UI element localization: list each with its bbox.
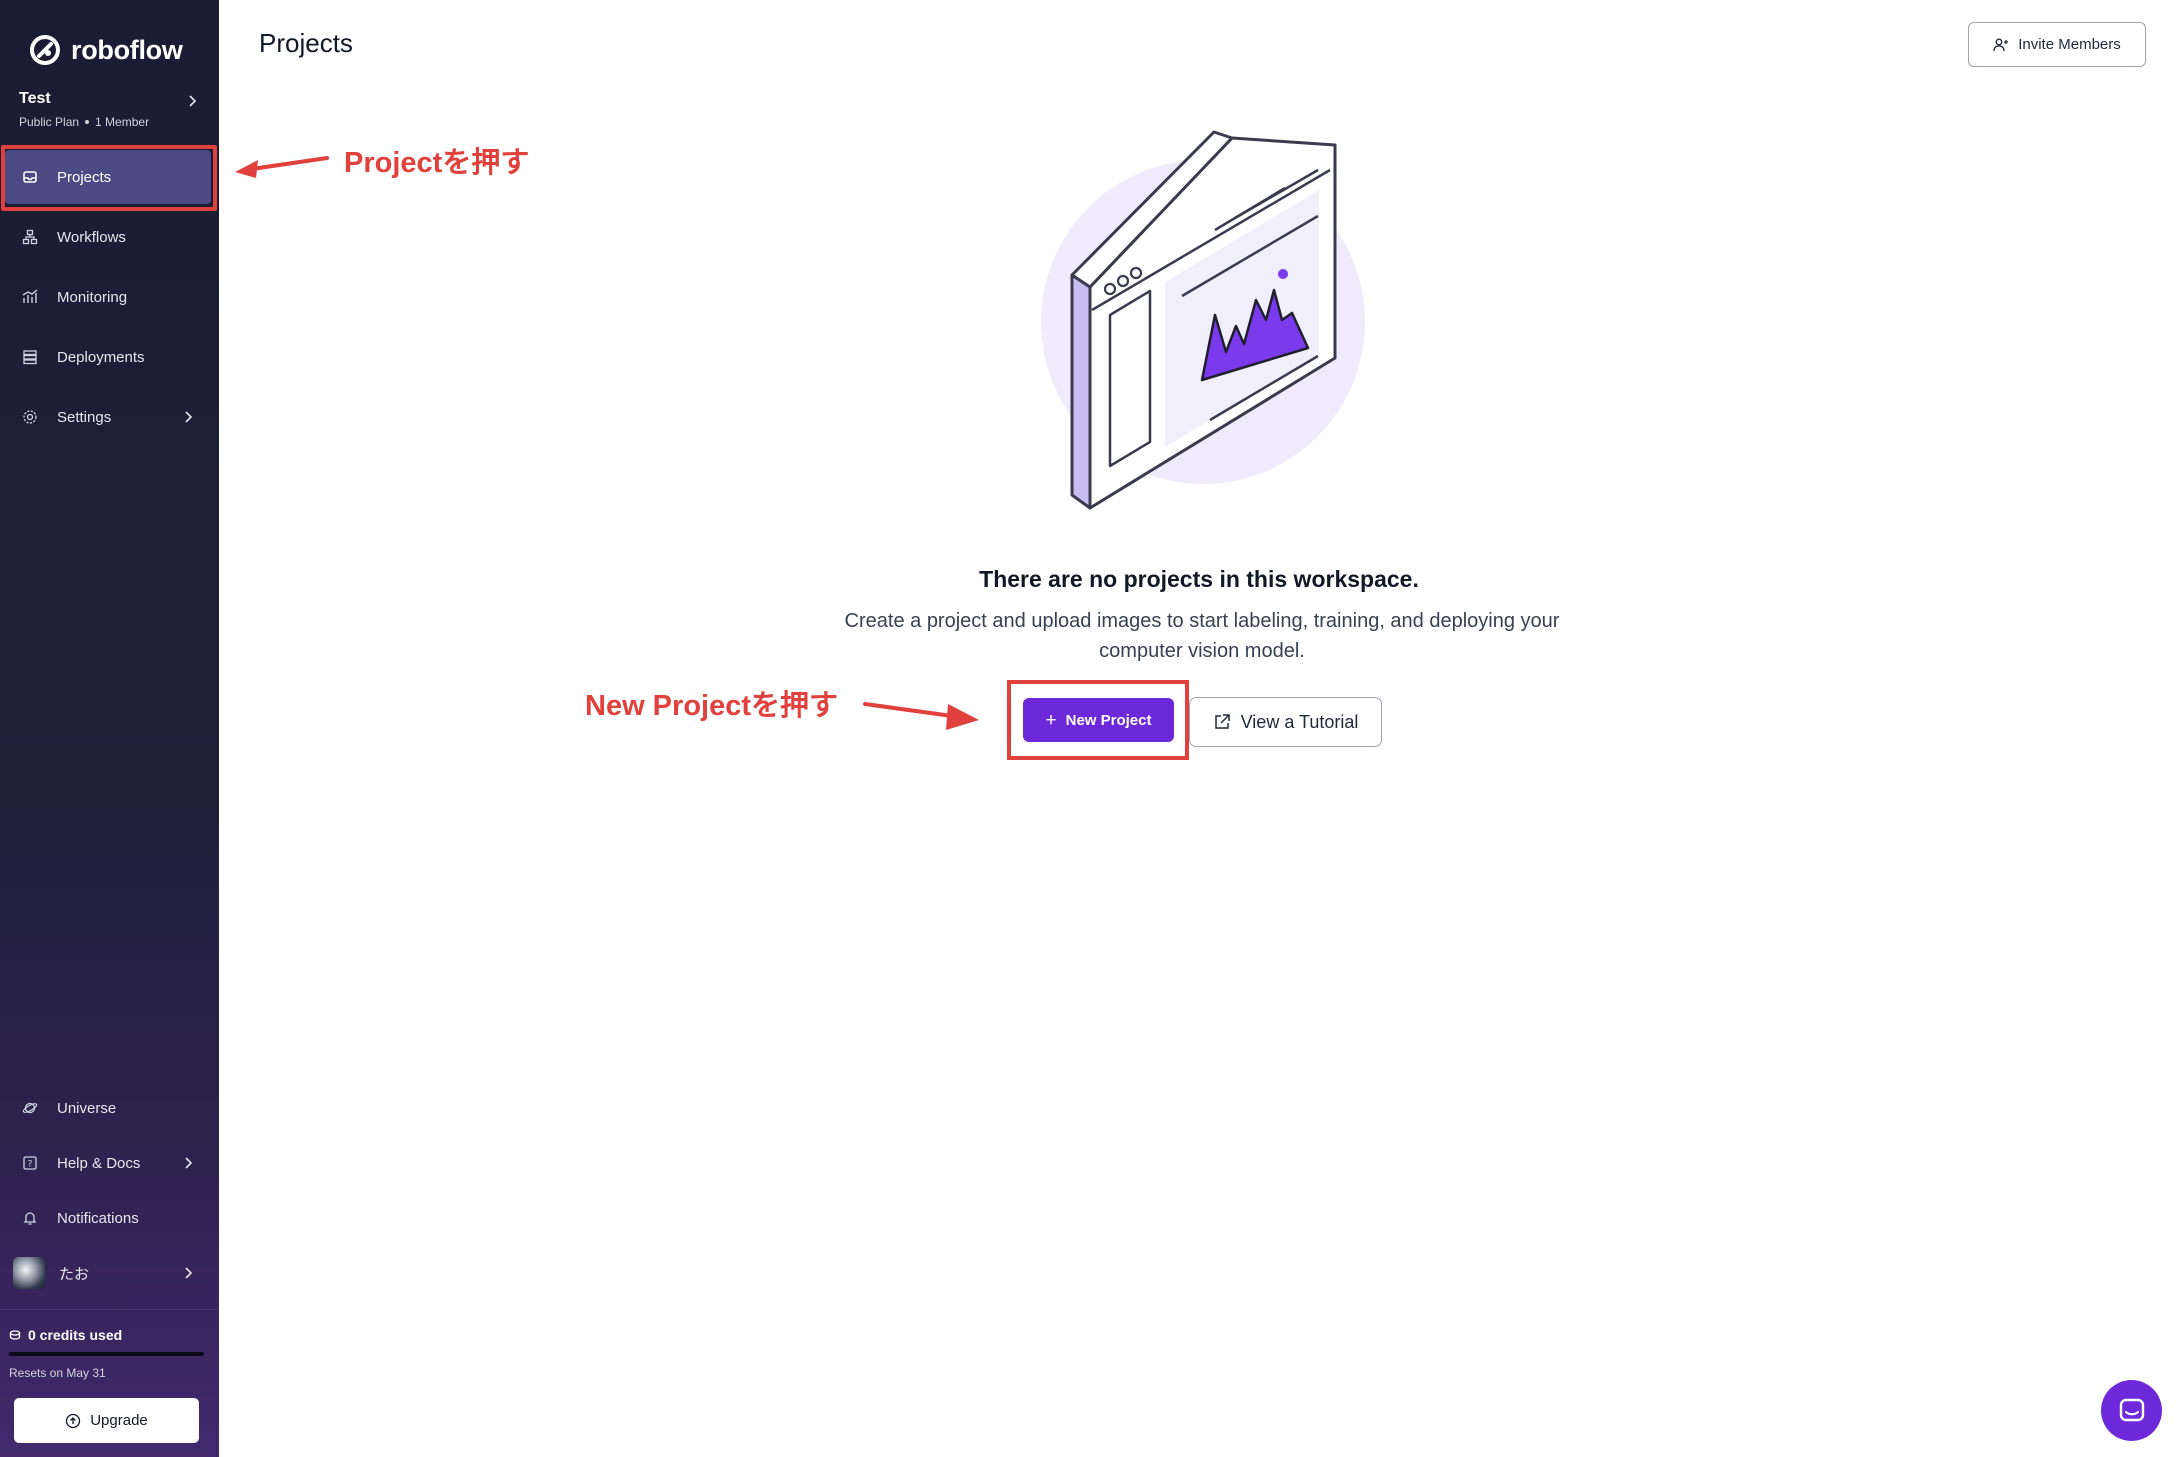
chevron-right-icon bbox=[185, 1267, 193, 1279]
workspace-members: 1 Member bbox=[95, 115, 150, 129]
gear-icon bbox=[21, 408, 39, 426]
sidebar-item-deployments[interactable]: Deployments bbox=[5, 330, 211, 384]
separator-dot bbox=[85, 120, 90, 124]
sidebar-item-label: Monitoring bbox=[57, 288, 128, 306]
chat-icon bbox=[2119, 1398, 2144, 1421]
invite-label: Invite Members bbox=[2018, 36, 2121, 53]
avatar bbox=[13, 1257, 45, 1289]
sidebar-item-label: Workflows bbox=[57, 228, 126, 246]
sidebar-item-help-docs[interactable]: ? Help & Docs bbox=[5, 1136, 211, 1190]
add-user-icon bbox=[1993, 38, 2009, 51]
new-project-label: New Project bbox=[1065, 711, 1152, 729]
external-link-icon bbox=[1214, 714, 1230, 729]
sidebar-item-label: Help & Docs bbox=[57, 1154, 141, 1172]
inbox-icon bbox=[21, 168, 39, 186]
workspace-meta: Public Plan 1 Member bbox=[19, 115, 199, 129]
sidebar-item-projects[interactable]: Projects bbox=[5, 150, 211, 204]
coins-icon bbox=[9, 1330, 21, 1340]
sidebar-item-label: Universe bbox=[57, 1099, 117, 1117]
credits-label: 0 credits used bbox=[28, 1327, 123, 1343]
page-title: Projects bbox=[259, 28, 353, 58]
roboflow-logo[interactable]: roboflow bbox=[29, 30, 183, 70]
bell-icon bbox=[21, 1209, 39, 1227]
credits-reset-date: Resets on May 31 bbox=[9, 1366, 106, 1380]
chevron-right-icon bbox=[185, 1157, 193, 1169]
workspace-switcher[interactable]: Test Public Plan 1 Member bbox=[19, 90, 199, 134]
empty-projects-illustration bbox=[1041, 130, 1365, 510]
sidebar-item-universe[interactable]: Universe bbox=[5, 1081, 211, 1135]
annotation-projects-hint: Projectを押す bbox=[344, 147, 530, 179]
user-name: たお bbox=[59, 1265, 90, 1283]
chevron-right-icon bbox=[185, 411, 193, 423]
annotation-new-project-hint: New Projectを押す bbox=[585, 690, 838, 722]
chart-icon bbox=[21, 288, 39, 306]
upload-icon bbox=[66, 1413, 81, 1428]
workflow-icon bbox=[21, 228, 39, 246]
sidebar-item-workflows[interactable]: Workflows bbox=[5, 210, 211, 264]
sidebar-item-settings[interactable]: Settings bbox=[5, 390, 211, 444]
svg-text:?: ? bbox=[28, 1160, 33, 1170]
sidebar-item-monitoring[interactable]: Monitoring bbox=[5, 270, 211, 324]
sidebar-item-user[interactable]: たお bbox=[5, 1246, 211, 1300]
sidebar-item-label: Deployments bbox=[57, 348, 145, 366]
annotation-arrow-right-icon bbox=[863, 702, 979, 730]
new-project-button[interactable]: + New Project bbox=[1023, 698, 1174, 742]
tutorial-label: View a Tutorial bbox=[1240, 711, 1359, 732]
chevron-right-icon bbox=[189, 95, 197, 107]
roboflow-logo-icon bbox=[30, 35, 60, 65]
invite-members-button[interactable]: Invite Members bbox=[1968, 22, 2146, 67]
workspace-plan: Public Plan bbox=[19, 115, 80, 129]
view-tutorial-button[interactable]: View a Tutorial bbox=[1189, 697, 1382, 747]
server-icon bbox=[21, 348, 39, 366]
sidebar-item-label: Notifications bbox=[57, 1209, 139, 1227]
sidebar-item-notifications[interactable]: Notifications bbox=[5, 1191, 211, 1245]
brand-name: roboflow bbox=[71, 34, 183, 65]
planet-icon bbox=[21, 1099, 39, 1117]
credits-usage: 0 credits used bbox=[9, 1327, 122, 1343]
credits-progress-bar bbox=[9, 1352, 204, 1356]
upgrade-label: Upgrade bbox=[90, 1412, 148, 1429]
sidebar: roboflow Test Public Plan 1 Member Proje… bbox=[0, 0, 219, 1457]
chat-support-button[interactable] bbox=[2101, 1380, 2162, 1441]
sidebar-footer: 0 credits used Resets on May 31 Upgrade bbox=[0, 1309, 219, 1457]
help-icon: ? bbox=[21, 1154, 39, 1172]
upgrade-button[interactable]: Upgrade bbox=[14, 1398, 199, 1443]
empty-state-title: There are no projects in this workspace. bbox=[979, 566, 1419, 592]
empty-state-description: Create a project and upload images to st… bbox=[844, 610, 1560, 662]
sidebar-item-label: Projects bbox=[57, 168, 112, 186]
sidebar-item-label: Settings bbox=[57, 408, 112, 426]
annotation-arrow-left-icon bbox=[235, 156, 329, 178]
plus-icon: + bbox=[1045, 709, 1057, 731]
workspace-name: Test bbox=[19, 90, 51, 107]
